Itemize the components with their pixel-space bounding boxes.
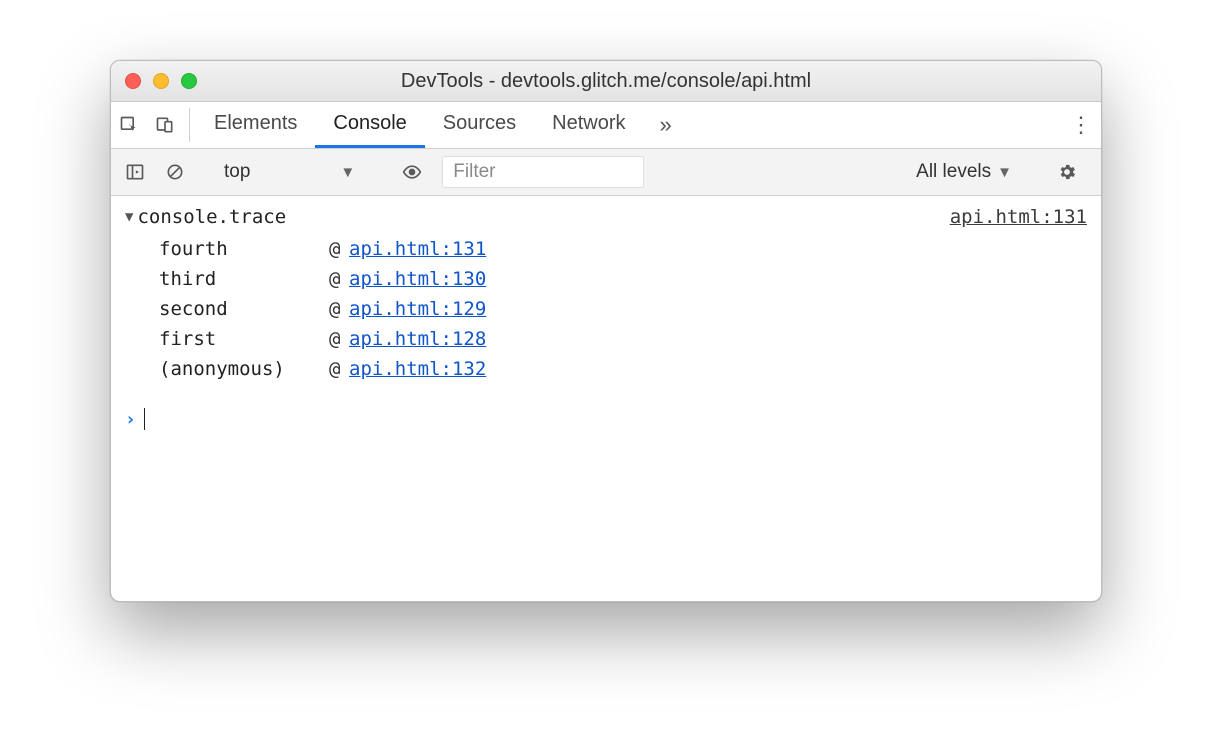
log-levels-label: All levels [916,161,991,183]
window-title: DevTools - devtools.glitch.me/console/ap… [111,70,1101,93]
context-selector[interactable]: top ▼ [214,156,365,188]
main-tab-strip: Elements Console Sources Network » ⋮ [111,102,1101,149]
frame-source-link[interactable]: api.html:130 [349,268,1087,290]
inspect-element-icon[interactable] [111,102,147,148]
trace-label: console.trace [137,206,286,228]
frame-source-link[interactable]: api.html:129 [349,298,1087,320]
separator [189,108,190,142]
console-settings-icon[interactable] [1039,162,1095,182]
filter-input[interactable] [442,156,644,188]
customize-menu-icon[interactable]: ⋮ [1061,112,1101,138]
console-prompt[interactable]: › [125,408,1087,450]
zoom-icon[interactable] [181,73,197,89]
input-caret-icon [144,408,146,430]
frame-source-link[interactable]: api.html:132 [349,358,1087,380]
frame-function: first [159,328,329,350]
chevron-down-icon: ▼ [340,164,355,181]
stack-frame: (anonymous)@api.html:132 [159,354,1087,384]
at-glyph: @ [329,268,349,290]
stack-frame: fourth@api.html:131 [159,234,1087,264]
chevron-down-icon: ▼ [997,164,1012,181]
log-levels-selector[interactable]: All levels ▼ [916,161,1018,183]
context-label: top [224,161,250,183]
frame-function: (anonymous) [159,358,329,380]
trace-source-link[interactable]: api.html:131 [950,206,1087,228]
close-icon[interactable] [125,73,141,89]
stack-frame: first@api.html:128 [159,324,1087,354]
clear-console-icon[interactable] [157,162,193,182]
frame-function: fourth [159,238,329,260]
stack-frame: second@api.html:129 [159,294,1087,324]
disclosure-triangle-icon[interactable]: ▼ [125,209,133,225]
devtools-window: DevTools - devtools.glitch.me/console/ap… [110,60,1102,602]
console-toolbar: top ▼ All levels ▼ [111,149,1101,196]
more-tabs-icon[interactable]: » [644,102,688,148]
frame-function: second [159,298,329,320]
minimize-icon[interactable] [153,73,169,89]
at-glyph: @ [329,328,349,350]
frame-source-link[interactable]: api.html:128 [349,328,1087,350]
console-output: ▼ console.trace api.html:131 fourth@api.… [111,196,1101,601]
titlebar: DevTools - devtools.glitch.me/console/ap… [111,61,1101,102]
main-tabs: Elements Console Sources Network » [196,102,688,148]
stack-frames: fourth@api.html:131third@api.html:130sec… [159,234,1087,384]
trace-entry-header[interactable]: ▼ console.trace api.html:131 [125,206,1087,228]
at-glyph: @ [329,238,349,260]
tab-sources[interactable]: Sources [425,102,534,148]
traffic-lights [111,73,197,89]
frame-source-link[interactable]: api.html:131 [349,238,1087,260]
stack-frame: third@api.html:130 [159,264,1087,294]
prompt-chevron-icon: › [125,409,136,430]
device-toolbar-icon[interactable] [147,102,183,148]
tab-network[interactable]: Network [534,102,643,148]
frame-function: third [159,268,329,290]
at-glyph: @ [329,358,349,380]
toggle-sidebar-icon[interactable] [117,162,153,182]
at-glyph: @ [329,298,349,320]
tab-console[interactable]: Console [315,102,424,148]
live-expression-icon[interactable] [386,162,438,182]
tab-elements[interactable]: Elements [196,102,315,148]
